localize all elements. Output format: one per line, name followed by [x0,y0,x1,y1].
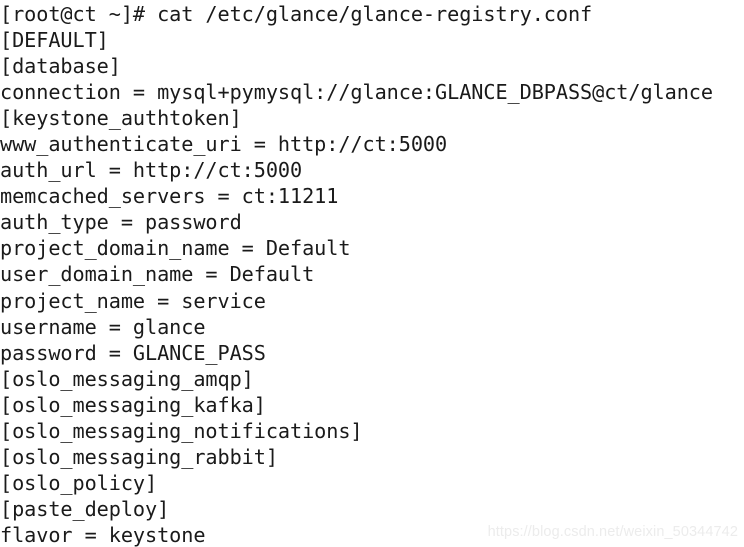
terminal-output-line: memcached_servers = ct:11211 [0,184,339,209]
terminal-output-line: username = glance [0,314,206,339]
terminal-output-line: connection = mysql+pymysql://glance:GLAN… [0,80,713,105]
terminal-prompt-line: [root@ct ~]# cat /etc/glance/glance-regi… [0,2,593,26]
terminal-output-line: project_name = service [0,288,266,313]
terminal-output-line: [oslo_messaging_notifications] [0,418,363,443]
terminal-output-line: [oslo_messaging_rabbit] [0,444,278,469]
terminal-output-line: [keystone_authtoken] [0,106,242,131]
terminal-output-line: [oslo_policy] [0,470,158,495]
terminal-window[interactable]: [root@ct ~]# cat /etc/glance/glance-regi… [0,0,744,547]
terminal-output-line: auth_type = password [0,210,242,235]
terminal-output-line: [DEFAULT] [0,28,109,53]
watermark-text: https://blog.csdn.net/weixin_50344742 [487,524,738,540]
terminal-output-line: password = GLANCE_PASS [0,340,266,365]
terminal-output-line: auth_url = http://ct:5000 [0,158,303,183]
terminal-output: [root@ct ~]# cat /etc/glance/glance-regi… [0,0,744,547]
terminal-output-line: [database] [0,54,121,79]
terminal-output-line: www_authenticate_uri = http://ct:5000 [0,132,448,157]
terminal-output-line: [oslo_messaging_kafka] [0,392,266,417]
terminal-output-line: project_domain_name = Default [0,236,351,261]
terminal-output-line: [oslo_messaging_amqp] [0,366,254,391]
terminal-output-line: [paste_deploy] [0,496,170,521]
terminal-output-line: user_domain_name = Default [0,262,315,287]
